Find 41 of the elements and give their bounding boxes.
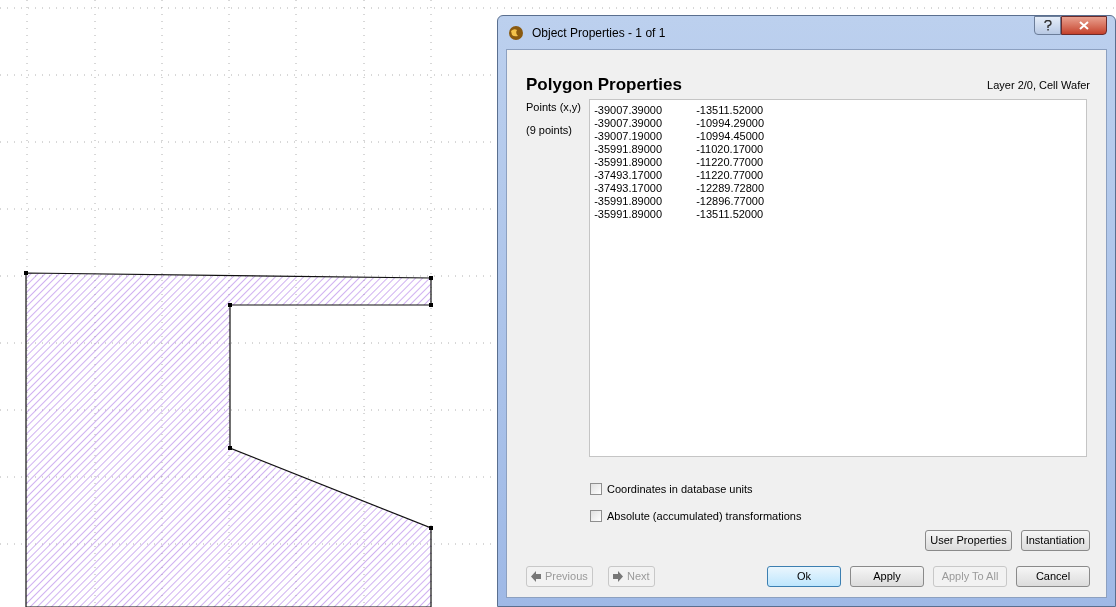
points-label: Points (x,y)	[526, 100, 582, 115]
x-coordinate: -37493.17000	[594, 169, 664, 182]
x-coordinate: -39007.39000	[594, 117, 664, 130]
globe-icon	[508, 24, 524, 41]
y-coordinate: -10994.45000	[696, 130, 765, 143]
right-arrow-icon	[613, 571, 623, 582]
dialog-button[interactable]: Ok	[767, 566, 841, 587]
x-coordinate: -39007.39000	[594, 104, 664, 117]
y-coordinate: -11220.77000	[696, 169, 764, 182]
left-arrow-icon	[531, 571, 541, 582]
x-coordinate: -39007.19000	[594, 130, 664, 143]
dialog-button[interactable]: User Properties	[925, 530, 1012, 551]
checkbox[interactable]	[590, 483, 602, 496]
y-coordinate: -12896.77000	[696, 195, 765, 208]
dialog-button[interactable]: Apply	[850, 566, 924, 587]
points-count: (9 points)	[526, 122, 573, 138]
x-coordinate: -35991.89000	[594, 195, 664, 208]
help-icon	[1043, 20, 1052, 31]
dialog-button[interactable]: Instantiation	[1020, 530, 1090, 551]
y-coordinate: -12289.72800	[696, 182, 765, 195]
dialog-heading: Polygon Properties	[526, 76, 682, 93]
y-coordinate: -13511.52000	[696, 104, 764, 117]
polygon-shape[interactable]	[24, 271, 433, 607]
checkbox-label: Absolute (accumulated) transformations	[607, 508, 802, 524]
points-list[interactable]	[589, 99, 1087, 457]
x-coordinate: -35991.89000	[594, 156, 664, 169]
x-coordinate: -37493.17000	[594, 182, 664, 195]
y-coordinate: -11220.77000	[696, 156, 764, 169]
x-coordinate: -35991.89000	[594, 208, 664, 221]
y-coordinate: -10994.29000	[696, 117, 765, 130]
y-coordinate: -13511.52000	[696, 208, 764, 221]
close-icon	[1079, 21, 1089, 30]
close-button[interactable]	[1061, 16, 1107, 35]
checkbox-label: Coordinates in database units	[607, 482, 753, 497]
layer-info: Layer 2/0, Cell Wafer	[987, 77, 1090, 93]
dialog-button[interactable]: Cancel	[1016, 566, 1090, 587]
checkbox[interactable]	[590, 509, 602, 522]
y-coordinate: -11020.17000	[696, 143, 764, 156]
window-title: Object Properties - 1 of 1	[532, 24, 666, 42]
x-coordinate: -35991.89000	[594, 143, 664, 156]
help-button[interactable]	[1034, 16, 1061, 35]
